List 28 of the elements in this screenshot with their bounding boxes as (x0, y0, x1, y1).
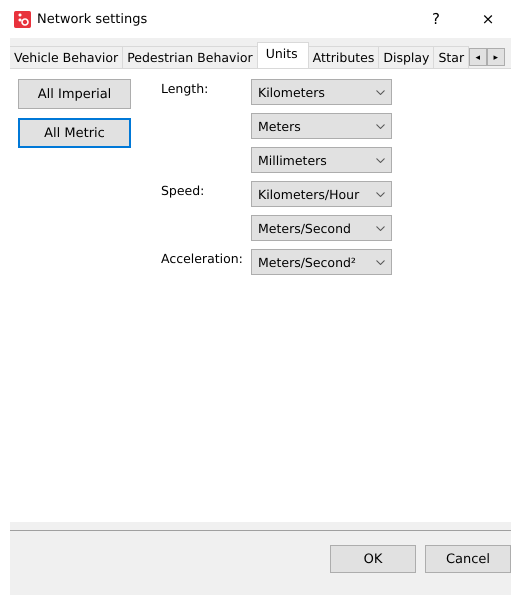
unit-dropdown[interactable]: Meters/Second² (251, 249, 392, 275)
field-label: Length: (161, 80, 210, 98)
preset-button[interactable]: All Metric (18, 118, 131, 148)
window-title: Network settings (37, 12, 148, 26)
cancel-button[interactable]: Cancel (425, 545, 511, 573)
unit-dropdown[interactable]: Kilometers/Hour (251, 181, 392, 207)
tab[interactable]: Star (433, 46, 470, 68)
unit-dropdown[interactable]: Kilometers (251, 79, 392, 105)
app-logo-icon (14, 10, 31, 28)
unit-dropdown[interactable]: Millimeters (251, 147, 392, 173)
chevron-down-icon (376, 158, 385, 162)
unit-dropdown[interactable]: Meters/Second (251, 215, 392, 241)
close-button[interactable]: × (465, 0, 511, 38)
chevron-down-icon (376, 260, 385, 264)
unit-dropdown[interactable]: Meters (251, 113, 392, 139)
chevron-down-icon (376, 124, 385, 128)
help-button[interactable]: ? (413, 0, 459, 38)
field-label: Speed: (161, 182, 206, 200)
chevron-down-icon (376, 226, 385, 230)
chevron-down-icon (376, 90, 385, 94)
tab-scroll-button[interactable]: ◂ (469, 48, 488, 66)
ok-button[interactable]: OK (330, 545, 416, 573)
tab[interactable]: Display (378, 46, 434, 68)
chevron-down-icon (376, 192, 385, 196)
tab[interactable]: Units (256, 42, 309, 68)
tab-scroll-button[interactable]: ▸ (487, 48, 506, 66)
field-label: Acceleration: (161, 250, 244, 268)
preset-button[interactable]: All Imperial (18, 79, 131, 109)
